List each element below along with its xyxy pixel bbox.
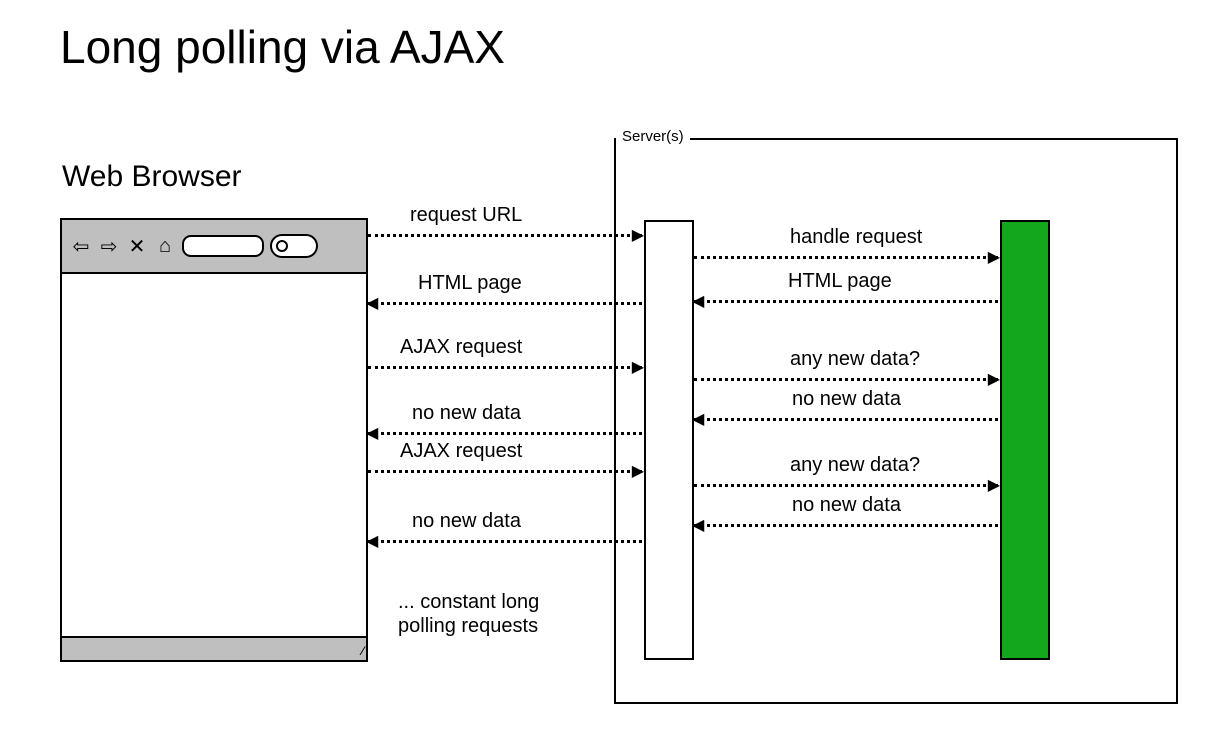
arrow-html-page-right: ◀: [694, 300, 998, 303]
arrowhead-right-icon: ▶: [988, 250, 1000, 266]
arrow-label: no new data: [792, 388, 901, 411]
wsgi-server-lifeline: [1000, 220, 1050, 660]
arrow-any-new-data-1: ▶: [694, 378, 998, 381]
arrowhead-right-icon: ▶: [632, 228, 644, 244]
browser-toolbar: ⇦ ⇨ ✕ ⌂: [62, 220, 366, 274]
arrow-no-new-data-2: ◀: [368, 540, 642, 543]
arrow-request-url: ▶: [368, 234, 642, 237]
arrow-label: handle request: [790, 226, 922, 249]
arrowhead-left-icon: ◀: [692, 412, 704, 428]
arrow-label: any new data?: [790, 454, 920, 477]
arrow-no-new-data-r2: ◀: [694, 524, 998, 527]
arrowhead-left-icon: ◀: [366, 534, 378, 550]
address-bar: [182, 235, 264, 257]
arrow-no-new-data-1: ◀: [368, 432, 642, 435]
arrow-ajax-request-2: ▶: [368, 470, 642, 473]
arrow-label: HTML page: [418, 272, 522, 295]
arrow-label: no new data: [792, 494, 901, 517]
arrow-html-page-left: ◀: [368, 302, 642, 305]
browser-statusbar: ⁄⁄: [62, 636, 366, 660]
arrow-any-new-data-2: ▶: [694, 484, 998, 487]
web-browser-label: Web Browser: [62, 160, 242, 194]
arrowhead-right-icon: ▶: [632, 360, 644, 376]
arrowhead-left-icon: ◀: [692, 518, 704, 534]
arrow-label: any new data?: [790, 348, 920, 371]
arrowhead-left-icon: ◀: [692, 294, 704, 310]
forward-icon: ⇨: [98, 235, 120, 257]
arrowhead-right-icon: ▶: [632, 464, 644, 480]
arrow-label: AJAX request: [400, 440, 522, 463]
arrow-label: no new data: [412, 402, 521, 425]
arrow-label: request URL: [410, 204, 522, 227]
arrowhead-right-icon: ▶: [988, 372, 1000, 388]
servers-group-legend: Server(s): [616, 128, 690, 145]
arrow-handle-request: ▶: [694, 256, 998, 259]
arrow-label: HTML page: [788, 270, 892, 293]
web-server-lifeline: [644, 220, 694, 660]
browser-window: ⇦ ⇨ ✕ ⌂ ⁄⁄: [60, 218, 368, 662]
arrow-ajax-request-1: ▶: [368, 366, 642, 369]
search-box: [270, 234, 318, 258]
arrowhead-left-icon: ◀: [366, 296, 378, 312]
arrow-no-new-data-r1: ◀: [694, 418, 998, 421]
home-icon: ⌂: [154, 235, 176, 257]
arrow-label: AJAX request: [400, 336, 522, 359]
footer-note: ... constant long polling requests: [398, 590, 539, 638]
back-icon: ⇦: [70, 235, 92, 257]
arrowhead-right-icon: ▶: [988, 478, 1000, 494]
diagram-title: Long polling via AJAX: [60, 20, 505, 74]
arrowhead-left-icon: ◀: [366, 426, 378, 442]
stop-icon: ✕: [126, 235, 148, 257]
arrow-label: no new data: [412, 510, 521, 533]
